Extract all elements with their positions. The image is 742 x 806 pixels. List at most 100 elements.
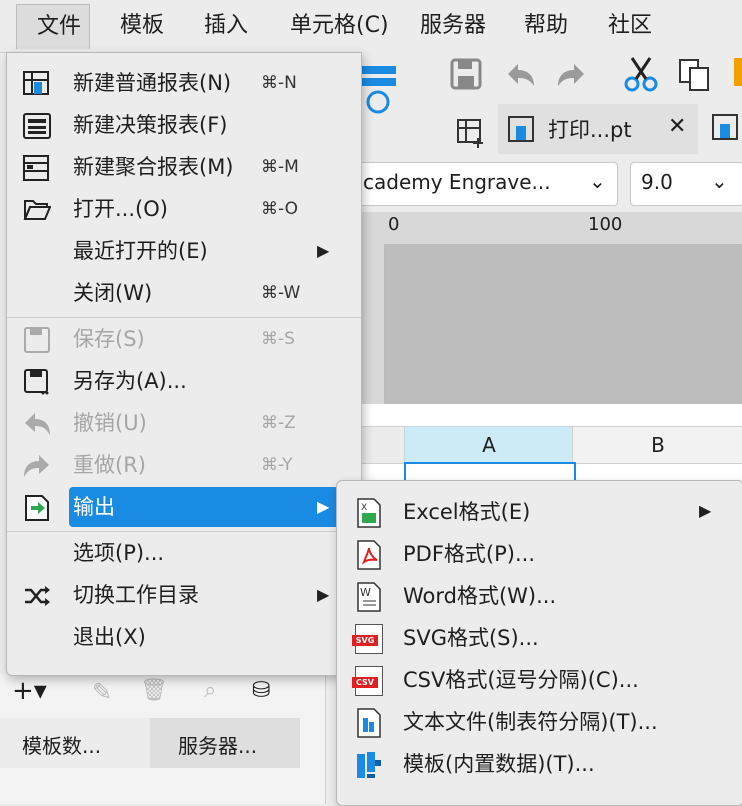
- submenu-item-label: SVG格式(S)...: [403, 626, 539, 650]
- menu-item-shortcut: ⌘-O: [261, 199, 298, 219]
- vertical-ruler: [360, 244, 385, 404]
- font-select[interactable]: cademy Engrave... ⌄: [344, 162, 618, 206]
- submenu-arrow-icon: ▶: [317, 585, 330, 604]
- redo-toolbar-icon[interactable]: [556, 60, 588, 88]
- menu-item-save[interactable]: 保存(S) ⌘-S: [7, 319, 361, 359]
- column-header-a[interactable]: A: [404, 426, 574, 464]
- menu-item-shortcut: ⌘-Y: [261, 455, 293, 475]
- menu-item-options[interactable]: 选项(P)...: [7, 533, 361, 573]
- add-icon[interactable]: +▾: [12, 676, 47, 706]
- export-submenu: X Excel格式(E) ▶ PDF格式(P)... W Word格式(W)..…: [336, 480, 742, 806]
- menu-cell[interactable]: 单元格(C): [290, 12, 389, 40]
- preview-data-icon[interactable]: ⌕: [204, 678, 216, 703]
- add-sheet-icon[interactable]: [456, 118, 486, 148]
- submenu-item-word[interactable]: W Word格式(W)...: [337, 575, 742, 617]
- menu-item-shortcut: ⌘-Z: [261, 413, 296, 433]
- menu-item-shortcut: ⌘-S: [261, 329, 295, 349]
- tab-server-data-label: 服务器...: [178, 734, 258, 758]
- menu-item-label: 新建聚合报表(M): [73, 155, 234, 179]
- menu-item-switch-workdir[interactable]: 切换工作目录 ▶: [7, 575, 361, 615]
- menu-separator: [7, 531, 361, 532]
- pdf-file-icon: [357, 540, 381, 570]
- menu-item-undo[interactable]: 撤销(U) ⌘-Z: [7, 403, 361, 443]
- save-toolbar-icon[interactable]: [450, 58, 482, 90]
- submenu-arrow-icon: ▶: [317, 241, 330, 260]
- template-icon: [357, 752, 381, 778]
- submenu-item-label: 文本文件(制表符分隔)(T)...: [403, 710, 658, 734]
- menu-item-redo[interactable]: 重做(R) ⌘-Y: [7, 445, 361, 485]
- sheet-corner[interactable]: [360, 426, 406, 464]
- menu-insert[interactable]: 插入: [204, 12, 248, 40]
- menu-item-label: 输出: [73, 495, 115, 519]
- submenu-item-label: Excel格式(E): [403, 500, 531, 524]
- edit-icon[interactable]: ✎: [92, 678, 112, 706]
- menu-item-close[interactable]: 关闭(W) ⌘-W: [7, 273, 361, 313]
- menu-item-recent[interactable]: 最近打开的(E) ▶: [7, 231, 361, 271]
- close-tab-icon[interactable]: ✕: [668, 114, 686, 139]
- menu-item-label: 选项(P)...: [73, 541, 165, 565]
- menu-file-label: 文件: [37, 14, 82, 39]
- chevron-down-icon: ⌄: [589, 169, 606, 193]
- delete-icon[interactable]: 🗑: [140, 678, 168, 703]
- word-file-icon: W: [357, 582, 381, 612]
- menu-item-new-aggregate-report[interactable]: 新建聚合报表(M) ⌘-M: [7, 147, 361, 187]
- font-size-value: 9.0: [641, 170, 673, 194]
- menu-item-label: 切换工作目录: [73, 583, 199, 607]
- excel-file-icon: X: [357, 498, 381, 528]
- submenu-item-text[interactable]: 文本文件(制表符分隔)(T)...: [337, 701, 742, 743]
- menu-help[interactable]: 帮助: [524, 12, 568, 40]
- menu-item-new-decision-report[interactable]: 新建决策报表(F): [7, 105, 361, 145]
- font-size-select[interactable]: 9.0 ⌄: [630, 162, 742, 206]
- menu-item-shortcut: ⌘-N: [261, 73, 297, 93]
- menu-separator: [7, 317, 361, 318]
- menu-file[interactable]: 文件: [16, 4, 90, 49]
- font-select-value: cademy Engrave...: [363, 170, 551, 194]
- page-canvas[interactable]: [385, 244, 742, 404]
- tab-server-data[interactable]: 服务器...: [150, 718, 300, 768]
- save-as-icon: [24, 369, 49, 395]
- submenu-item-svg[interactable]: SVG SVG格式(S)...: [337, 617, 742, 659]
- menu-item-label: 最近打开的(E): [73, 239, 208, 263]
- menu-item-shortcut: ⌘-W: [261, 283, 301, 303]
- file-menu: 新建普通报表(N) ⌘-N 新建决策报表(F) 新建聚合报表(M) ⌘-M 打开…: [6, 52, 362, 676]
- menu-template[interactable]: 模板: [120, 12, 164, 40]
- menu-item-exit[interactable]: 退出(X): [7, 617, 361, 657]
- server-data-icon[interactable]: ⛁: [252, 678, 270, 703]
- grid-report-icon: [23, 71, 49, 95]
- menu-item-export[interactable]: 输出 ▶: [7, 487, 361, 527]
- submenu-item-label: PDF格式(P)...: [403, 542, 535, 566]
- submenu-item-template[interactable]: 模板(内置数据)(T)...: [337, 743, 742, 785]
- submenu-item-excel[interactable]: X Excel格式(E) ▶: [337, 491, 742, 533]
- report-tab-icon: [508, 116, 534, 142]
- submenu-item-csv[interactable]: CSV CSV格式(逗号分隔)(C)...: [337, 659, 742, 701]
- horizontal-ruler: 0 100: [360, 212, 742, 245]
- submenu-item-label: Word格式(W)...: [403, 584, 557, 608]
- document-tab[interactable]: 打印...pt ✕: [498, 104, 698, 154]
- ruler-mark-100: 100: [588, 214, 623, 235]
- text-file-icon: [357, 708, 381, 738]
- column-header-b[interactable]: B: [572, 426, 742, 464]
- submenu-item-label: 模板(内置数据)(T)...: [403, 752, 595, 776]
- report-tab-icon-2[interactable]: [712, 114, 742, 144]
- svg-file-icon: SVG: [352, 624, 383, 654]
- cut-icon[interactable]: [624, 56, 658, 92]
- svg-text:X: X: [361, 503, 367, 513]
- paste-icon[interactable]: [734, 58, 742, 86]
- undo-toolbar-icon[interactable]: [504, 60, 536, 88]
- document-tab-label: 打印...pt: [548, 118, 632, 142]
- submenu-item-pdf[interactable]: PDF格式(P)...: [337, 533, 742, 575]
- menu-item-shortcut: ⌘-M: [261, 157, 299, 177]
- menu-item-new-report[interactable]: 新建普通报表(N) ⌘-N: [7, 63, 361, 103]
- menu-server[interactable]: 服务器: [420, 12, 486, 40]
- menu-item-label: 退出(X): [73, 625, 146, 649]
- copy-icon[interactable]: [678, 58, 712, 92]
- menu-community[interactable]: 社区: [608, 12, 652, 40]
- tab-template-data-label: 模板数...: [22, 734, 102, 758]
- preview-icon[interactable]: [360, 62, 400, 132]
- submenu-item-label: CSV格式(逗号分隔)(C)...: [403, 668, 639, 692]
- menu-item-save-as[interactable]: 另存为(A)...: [7, 361, 361, 401]
- undo-icon: [25, 413, 50, 435]
- menu-item-label: 打开...(O): [73, 197, 168, 221]
- menu-item-open[interactable]: 打开...(O) ⌘-O: [7, 189, 361, 229]
- tab-template-data[interactable]: 模板数...: [0, 718, 150, 768]
